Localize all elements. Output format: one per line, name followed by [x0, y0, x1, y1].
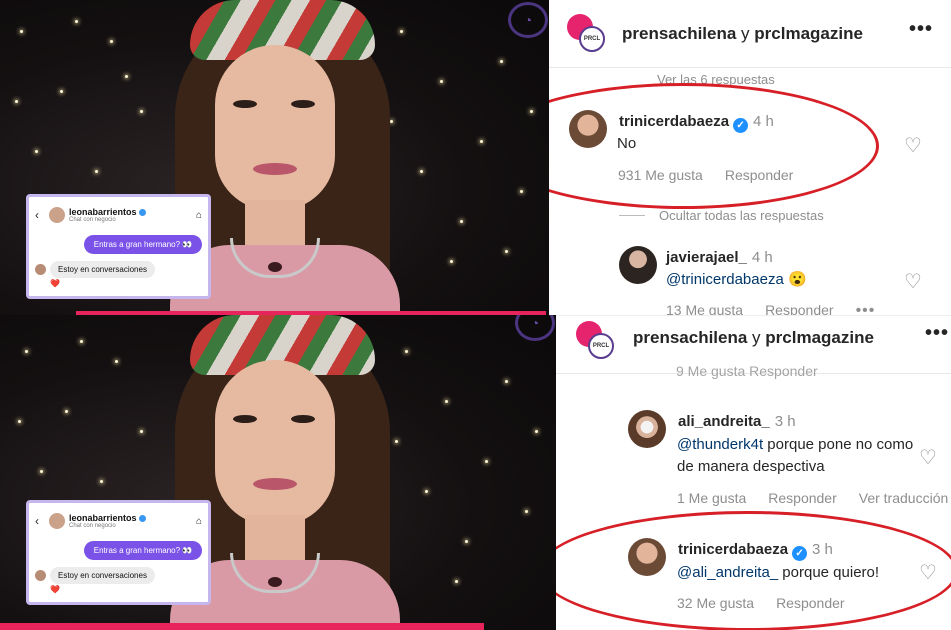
previous-comment-meta: 9 Me gusta Responder: [676, 363, 818, 379]
avatar: [49, 513, 65, 529]
emoji: 😮: [787, 271, 807, 288]
chat-subtitle: Chat con negocio: [69, 217, 116, 223]
mention-link[interactable]: @thunderk4t: [677, 436, 763, 453]
comment-username[interactable]: ali_andreita_ 3 h: [678, 413, 796, 430]
post-header: PRCL prensachilena y prclmagazine •••: [549, 0, 951, 68]
avatar: [35, 264, 46, 275]
instagram-comments-panel: PRCL prensachilena y prclmagazine ••• Ve…: [549, 0, 951, 315]
mention-link[interactable]: @trinicerdabaeza: [666, 271, 784, 288]
comment-text: No: [617, 135, 637, 152]
reply-button[interactable]: Responder: [768, 490, 837, 506]
instagram-comments-panel: PRCL prensachilena y prclmagazine ••• 9 …: [556, 315, 951, 630]
chat-screenshot-card: ‹ leonabarrientos Chat con negocio ⌂ Ent…: [26, 500, 211, 605]
chat-subtitle: Chat con negocio: [69, 523, 116, 529]
comment-meta: 1 Me gusta Responder Ver traducción: [677, 490, 951, 506]
avatar: [35, 570, 46, 581]
comment-text: @thunderk4t porque pone no como de maner…: [677, 434, 917, 478]
comment-meta: 931 Me gusta Responder: [618, 167, 815, 183]
tv-photo: ◔ ‹ leonabarrientos Chat con negocio ⌂ E…: [0, 315, 556, 630]
verified-icon: ✓: [733, 118, 749, 133]
avatar: [49, 207, 65, 223]
post-authors[interactable]: prensachilena y prclmagazine: [633, 328, 874, 348]
post-authors[interactable]: prensachilena y prclmagazine: [622, 24, 863, 44]
tag-icon: ⌂: [195, 209, 202, 221]
highlight-circle: [549, 83, 879, 209]
comment-username[interactable]: trinicerdabaeza ✓ 4 h: [619, 113, 774, 133]
screenshot-top: ◔ ‹ leonabarrientos Chat con negocio ⌂ E…: [0, 0, 951, 315]
account-avatar[interactable]: PRCL: [567, 14, 607, 54]
author-2[interactable]: prclmagazine: [765, 328, 874, 347]
likes-count[interactable]: 13 Me gusta: [666, 302, 743, 315]
comment-time: 4 h: [753, 113, 774, 130]
reply-button[interactable]: Responder: [725, 167, 794, 183]
comment-username[interactable]: javierajael_ 4 h: [666, 249, 773, 266]
heart-icon[interactable]: ♡: [904, 133, 922, 158]
tv-photo: ◔ ‹ leonabarrientos Chat con negocio ⌂ E…: [0, 0, 549, 315]
divider: [619, 215, 645, 216]
avatar[interactable]: [619, 246, 657, 284]
username-text[interactable]: ali_andreita_: [678, 413, 770, 430]
comment-time: 4 h: [751, 249, 773, 266]
incoming-message: Estoy en conversaciones: [50, 261, 155, 278]
connector: y: [747, 328, 766, 347]
reply-button[interactable]: Responder: [765, 302, 834, 315]
mention-link[interactable]: @ali_andreita_: [677, 564, 778, 581]
comment-text: @trinicerdabaeza 😮: [666, 269, 807, 291]
hide-replies-link[interactable]: Ocultar todas las respuestas: [659, 208, 824, 223]
reply-button[interactable]: Responder: [776, 595, 845, 611]
comment-body: porque quiero!: [778, 564, 880, 581]
watermark-logo: ◔: [508, 2, 548, 38]
username-text[interactable]: trinicerdabaeza: [678, 541, 788, 558]
likes-count[interactable]: 931 Me gusta: [618, 167, 703, 183]
verified-icon: [138, 209, 146, 217]
reaction-heart-icon: ❤️: [50, 279, 60, 288]
avatar[interactable]: [628, 538, 666, 576]
outgoing-message: Entras a gran hermano? 👀: [84, 235, 202, 254]
heart-icon[interactable]: ♡: [919, 560, 937, 585]
comment-time: 3 h: [812, 541, 833, 558]
verified-icon: [138, 515, 146, 523]
comment-options-icon[interactable]: •••: [856, 302, 876, 315]
translate-link[interactable]: Ver traducción: [859, 490, 949, 506]
more-options-icon[interactable]: •••: [925, 322, 949, 345]
likes-count[interactable]: 1 Me gusta: [677, 490, 746, 506]
chat-username: leonabarrientos: [69, 513, 137, 523]
comment-username[interactable]: trinicerdabaeza ✓ 3 h: [678, 541, 833, 561]
screenshot-bottom: ◔ ‹ leonabarrientos Chat con negocio ⌂ E…: [0, 315, 951, 630]
heart-icon[interactable]: ♡: [904, 269, 922, 294]
pink-bar: [0, 623, 484, 630]
back-arrow-icon: ‹: [35, 514, 39, 528]
reaction-heart-icon: ❤️: [50, 585, 60, 594]
comment-time: 3 h: [774, 413, 796, 430]
account-avatar[interactable]: PRCL: [576, 321, 616, 361]
incoming-message: Estoy en conversaciones: [50, 567, 155, 584]
username-text[interactable]: trinicerdabaeza: [619, 113, 729, 130]
avatar[interactable]: [569, 110, 607, 148]
comment-meta: 13 Me gusta Responder •••: [666, 302, 897, 315]
connector: y: [736, 24, 755, 43]
outgoing-message: Entras a gran hermano? 👀: [84, 541, 202, 560]
view-replies-link[interactable]: Ver las 6 respuestas: [657, 72, 775, 87]
author-2[interactable]: prclmagazine: [754, 24, 863, 43]
back-arrow-icon: ‹: [35, 208, 39, 222]
comment-text: @ali_andreita_ porque quiero!: [677, 562, 879, 584]
avatar[interactable]: [628, 410, 666, 448]
chat-username: leonabarrientos: [69, 207, 137, 217]
author-1[interactable]: prensachilena: [633, 328, 747, 347]
verified-icon: ✓: [792, 546, 808, 561]
heart-icon[interactable]: ♡: [919, 445, 937, 470]
author-1[interactable]: prensachilena: [622, 24, 736, 43]
tag-icon: ⌂: [195, 515, 202, 527]
likes-count[interactable]: 32 Me gusta: [677, 595, 754, 611]
username-text[interactable]: javierajael_: [666, 249, 747, 266]
comment-meta: 32 Me gusta Responder: [677, 595, 867, 611]
chat-screenshot-card: ‹ leonabarrientos Chat con negocio ⌂ Ent…: [26, 194, 211, 299]
more-options-icon[interactable]: •••: [909, 18, 933, 41]
